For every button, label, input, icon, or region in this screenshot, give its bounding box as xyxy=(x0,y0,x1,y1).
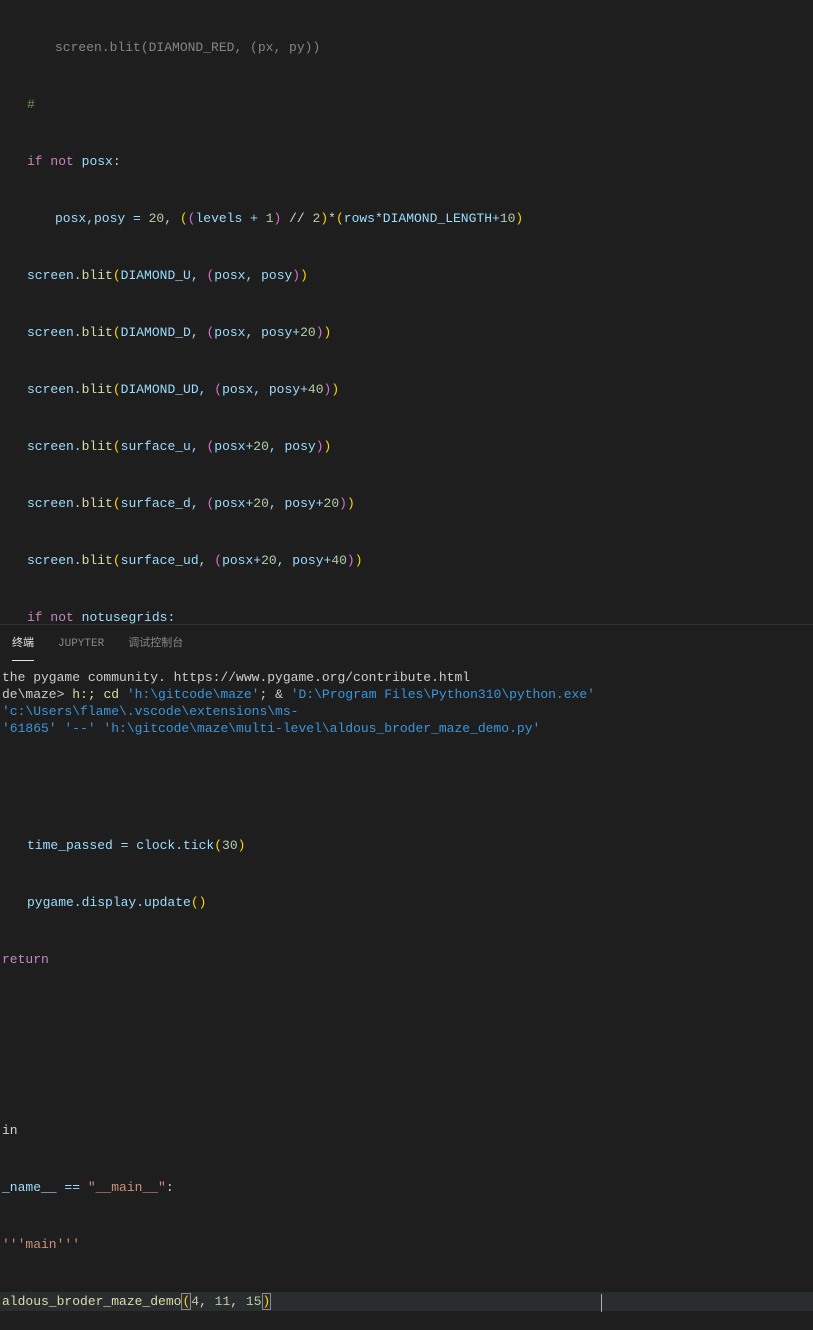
panel-tabs: 终端 JUPYTER 调试控制台 xyxy=(0,625,813,661)
code-line: time_passed = clock.tick(30) xyxy=(0,836,813,855)
code-line: screen.blit(surface_ud, (posx+20, posy+4… xyxy=(0,551,813,570)
text-cursor xyxy=(601,1294,602,1312)
code-line: posx,posy = 20, ((levels + 1) // 2)*(row… xyxy=(0,209,813,228)
code-line: screen.blit(surface_d, (posx+20, posy+20… xyxy=(0,494,813,513)
code-line: in xyxy=(0,1121,813,1140)
code-line: screen.blit(DIAMOND_D, (posx, posy+20)) xyxy=(0,323,813,342)
current-line: aldous_broder_maze_demo(4, 11, 15) xyxy=(0,1292,813,1311)
code-line: screen.blit(DIAMOND_RED, (px, py)) xyxy=(0,38,813,57)
code-line: '''main''' xyxy=(0,1235,813,1254)
bottom-panel: 终端 JUPYTER 调试控制台 the pygame community. h… xyxy=(0,624,813,745)
tab-jupyter[interactable]: JUPYTER xyxy=(58,631,104,661)
blank-line xyxy=(0,1007,813,1026)
code-line: if not posx: xyxy=(0,152,813,171)
code-line: # xyxy=(0,95,813,114)
code-line: return xyxy=(0,950,813,969)
code-line: pygame.display.update() xyxy=(0,893,813,912)
code-line: screen.blit(surface_u, (posx+20, posy)) xyxy=(0,437,813,456)
terminal-line: the pygame community. https://www.pygame… xyxy=(2,669,811,686)
terminal-line: de\maze> h:; cd 'h:\gitcode\maze'; & 'D:… xyxy=(2,686,811,720)
code-line: screen.blit(DIAMOND_UD, (posx, posy+40)) xyxy=(0,380,813,399)
code-line: _name__ == "__main__": xyxy=(0,1178,813,1197)
tab-terminal[interactable]: 终端 xyxy=(12,631,34,661)
tab-debug-console[interactable]: 调试控制台 xyxy=(128,631,183,661)
terminal-output[interactable]: the pygame community. https://www.pygame… xyxy=(0,661,813,745)
blank-line xyxy=(0,779,813,798)
terminal-line: '61865' '--' 'h:\gitcode\maze\multi-leve… xyxy=(2,720,811,737)
blank-line xyxy=(0,1064,813,1083)
code-line: screen.blit(DIAMOND_U, (posx, posy)) xyxy=(0,266,813,285)
